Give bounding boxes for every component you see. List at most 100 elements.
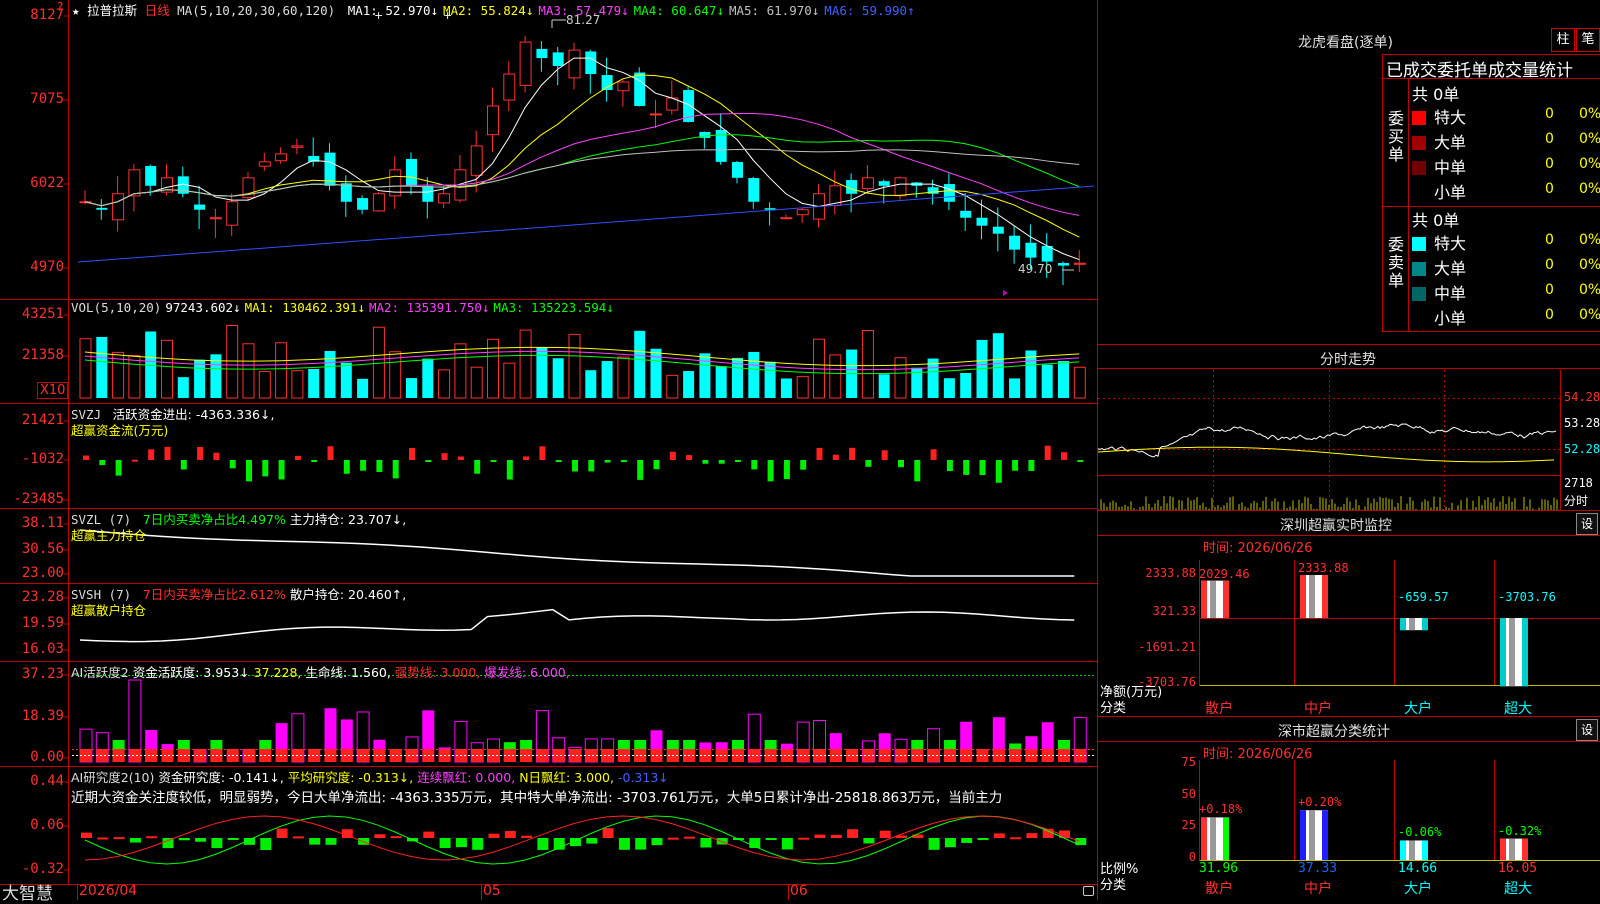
buy-row: 中单 — [1412, 154, 1466, 178]
research-bar — [146, 836, 157, 838]
flow-bar — [491, 460, 497, 462]
volume-bar — [553, 358, 564, 398]
sz-settings-button[interactable]: 设 — [1576, 513, 1598, 535]
research-bar — [831, 835, 842, 838]
lock-icon[interactable] — [1083, 886, 1094, 896]
candle-body — [960, 211, 971, 218]
sell-row: 中单 — [1412, 280, 1466, 304]
buy-row: 小单 — [1412, 179, 1466, 203]
flow-bar — [507, 460, 513, 480]
research-bar — [815, 835, 826, 838]
candle-body — [145, 166, 156, 186]
flow-bar — [181, 460, 187, 470]
stock-name[interactable]: 拉普拉斯 — [87, 3, 137, 18]
volume-bar — [243, 344, 254, 398]
research-bar — [211, 838, 222, 848]
flow-bar — [996, 460, 1002, 483]
ratio-bar-category: 中户 — [1304, 878, 1332, 898]
flow-bar — [295, 456, 301, 460]
cls-axis-label: 0 — [1160, 850, 1196, 864]
flow-bar — [1012, 460, 1018, 471]
flow-bar — [132, 460, 138, 462]
ratio-bar-edge — [1201, 817, 1207, 860]
flow-bar — [458, 456, 464, 460]
research-bar — [863, 838, 874, 843]
volume-bar — [536, 347, 547, 398]
buy-row: 特大 — [1412, 104, 1466, 128]
ai1-lifeline: 生命线: 1.560, — [305, 665, 390, 680]
chart-area[interactable] — [0, 0, 1098, 900]
buy-value: 0 — [1545, 156, 1554, 172]
volume-bar — [504, 363, 515, 398]
research-bar — [635, 838, 646, 850]
research-bar — [179, 838, 190, 840]
volume-bar — [227, 326, 238, 398]
ai1-header: AI活跃度2资金活跃度: 3.953↓37.228,生命线: 1.560,强势线… — [71, 662, 574, 681]
ratio-bar-pct: +0.20% — [1298, 795, 1341, 809]
ai1-value: 37.228, — [254, 665, 302, 680]
volume-bar — [439, 370, 450, 398]
flow-bar — [262, 460, 268, 476]
research-bar — [440, 838, 451, 848]
research-bar — [228, 838, 239, 840]
volume-bar — [585, 370, 596, 398]
period-label[interactable]: 日线 — [145, 3, 170, 18]
flow-bar — [931, 449, 937, 460]
research-bar — [847, 829, 858, 838]
candle-body — [895, 178, 906, 196]
bar-mode-button[interactable]: 柱 — [1551, 28, 1575, 52]
volume-bar — [406, 378, 417, 398]
volume-bar — [80, 339, 91, 398]
ratio-bar-value: 37.33 — [1298, 861, 1337, 876]
volume-bar — [602, 361, 613, 398]
flow-bar — [654, 460, 660, 469]
volume-bar — [781, 378, 792, 398]
svsh-subtitle: 超赢散户持仓 — [71, 600, 146, 619]
volume-bar — [178, 377, 189, 398]
cls-stat-title: 深市超赢分类统计 — [1278, 721, 1390, 741]
ratio-bar-value: 31.96 — [1199, 861, 1238, 876]
candle-body — [618, 82, 629, 91]
ma-line — [85, 135, 1079, 206]
activity-base-bar — [569, 749, 581, 762]
candle-body — [536, 49, 547, 58]
intraday-axis-label: 53.28 — [1564, 416, 1600, 430]
volume-bar — [634, 331, 645, 398]
flow-bar — [230, 460, 236, 468]
flow-bar — [963, 460, 969, 475]
vol-unit-badge: X10 — [37, 382, 68, 399]
research-bar — [619, 838, 630, 850]
flow-bar — [817, 448, 823, 460]
activity-base-bar — [585, 749, 597, 762]
research-bar — [880, 831, 891, 838]
candle-body — [1025, 243, 1036, 258]
sell-name: 大单 — [1434, 259, 1466, 278]
candle-body — [113, 194, 124, 220]
date-tick — [481, 884, 482, 900]
star-icon[interactable]: ★ — [72, 3, 80, 18]
flow-bar — [1077, 460, 1083, 462]
buy-pct: 0% — [1579, 131, 1600, 147]
ai1-activity: 资金活跃度: 3.953↓ — [133, 665, 250, 680]
sell-color-swatch — [1412, 237, 1426, 251]
sz-left-label: 分类 — [1100, 697, 1126, 716]
candle-body — [846, 180, 857, 194]
ai1-axis-label: 37.23 — [0, 666, 64, 682]
cls-settings-button[interactable]: 设 — [1576, 719, 1598, 741]
flow-bar-edge — [1223, 581, 1229, 618]
buy-name: 小单 — [1434, 183, 1466, 202]
activity-base-bar — [113, 749, 125, 762]
flow-bar-edge — [1322, 575, 1328, 618]
ratio-bar-shade — [1409, 840, 1415, 860]
tick-mode-button[interactable]: 笔 — [1576, 28, 1600, 52]
main-holding-line — [80, 530, 1074, 576]
buy-value: 0 — [1545, 106, 1554, 122]
sell-color-swatch — [1412, 287, 1426, 301]
intraday-axis-label: 2718 — [1564, 476, 1593, 490]
sz-axis-label: 321.33 — [1140, 604, 1196, 618]
volume-bar — [993, 333, 1004, 398]
brand-logo: 大智慧 — [2, 879, 53, 904]
sell-pct: 0% — [1579, 257, 1600, 273]
flow-bar — [344, 460, 350, 474]
flow-bar — [99, 460, 105, 465]
